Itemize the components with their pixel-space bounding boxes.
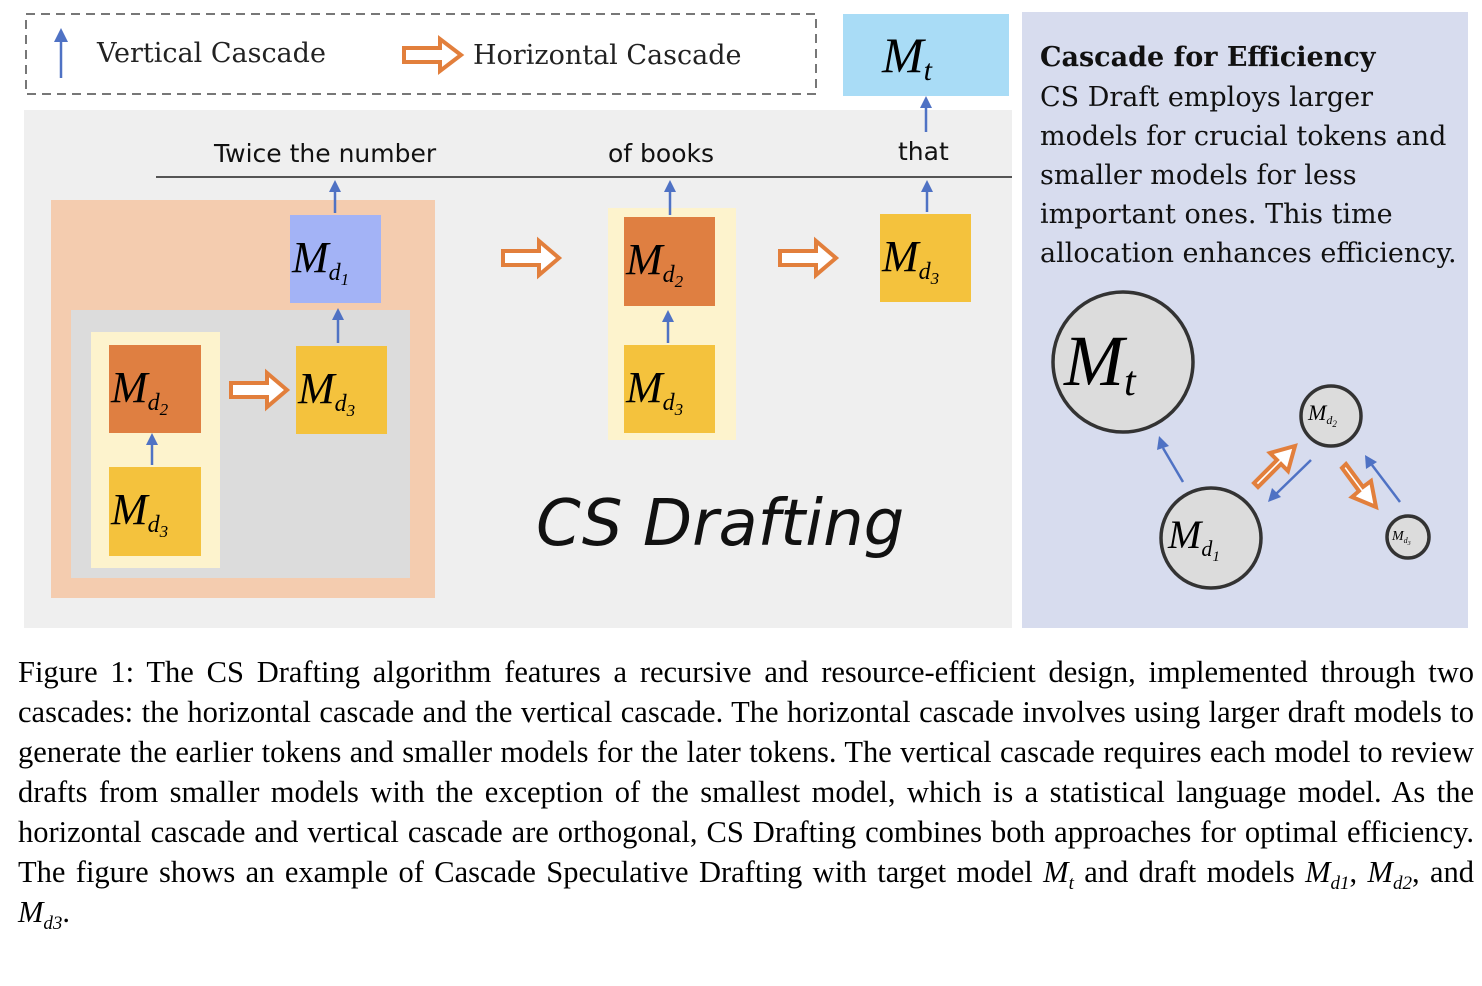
model-d3-box: Md3 xyxy=(880,214,971,302)
math-model-d2: Md2 xyxy=(1367,855,1412,895)
legend-vertical-label: Vertical Cascade xyxy=(96,38,326,69)
math-model-d1: Md1 xyxy=(1305,855,1350,895)
model-d2-box: Md2 xyxy=(109,345,201,433)
efficiency-line: smaller models for less xyxy=(1040,160,1357,191)
token-2: of books xyxy=(608,139,714,168)
math-model-d3: Md3 xyxy=(18,895,63,935)
efficiency-line: CS Draft employs larger xyxy=(1040,82,1373,113)
efficiency-line: important ones. This time xyxy=(1040,199,1393,230)
figure-caption: Figure 1: The CS Drafting algorithm feat… xyxy=(18,655,1475,935)
vertical-arrow-icon xyxy=(54,28,68,78)
model-d3-box: Md3 xyxy=(109,467,201,556)
cs-drafting-diagram: Vertical Cascade Horizontal Cascade Mt T… xyxy=(24,12,1468,628)
model-d2-box: Md2 xyxy=(624,217,715,306)
model-d2-circle: Md2 xyxy=(1299,384,1363,448)
legend-horizontal-label: Horizontal Cascade xyxy=(473,40,741,71)
model-d3-box: Md3 xyxy=(624,345,715,433)
math-target-model: Mt xyxy=(1043,855,1074,895)
efficiency-line: allocation enhances efficiency. xyxy=(1040,238,1457,269)
legend: Vertical Cascade Horizontal Cascade xyxy=(25,13,817,95)
efficiency-heading: Cascade for Efficiency xyxy=(1040,42,1377,73)
efficiency-line: models for crucial tokens and xyxy=(1040,121,1446,152)
target-model-box: Mt xyxy=(843,14,1009,96)
horizontal-arrow-icon xyxy=(402,34,465,76)
model-d3-circle: Md3 xyxy=(1385,514,1431,560)
model-d1-box: Md1 xyxy=(290,215,381,303)
model-d3-box: Md3 xyxy=(296,346,387,434)
token-1: Twice the number xyxy=(213,139,437,168)
model-d1-circle: Md1 xyxy=(1159,486,1263,590)
diagram-title: CS Drafting xyxy=(536,487,904,561)
target-model-circle: Mt xyxy=(1051,290,1195,434)
token-3: that xyxy=(898,137,949,166)
